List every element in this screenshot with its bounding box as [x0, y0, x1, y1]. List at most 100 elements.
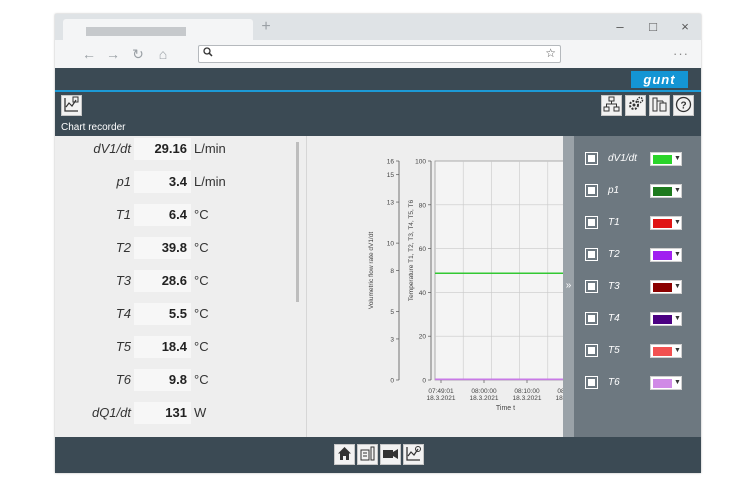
y2-tick-label: 40 [419, 290, 427, 297]
legend-label: dV1/dt [608, 153, 637, 164]
color-picker[interactable]: ▼ [650, 376, 682, 390]
dropdown-arrow-icon: ▼ [674, 283, 681, 290]
color-picker[interactable]: ▼ [650, 184, 682, 198]
legend-checkbox[interactable] [585, 280, 598, 293]
dropdown-arrow-icon: ▼ [674, 315, 681, 322]
y1-tick-label: 16 [387, 159, 395, 166]
legend-label: T1 [608, 217, 620, 228]
back-button[interactable]: ← [80, 45, 98, 63]
y2-tick-label: 100 [415, 159, 426, 166]
value-readout: 6.4 [134, 204, 191, 226]
value-readout: 18.4 [134, 336, 191, 358]
value-readout: 29.16 [134, 138, 191, 160]
svg-text:?: ? [680, 101, 686, 112]
y1-tick-label: 10 [387, 241, 395, 248]
dropdown-arrow-icon: ▼ [674, 155, 681, 162]
color-swatch [653, 379, 672, 388]
legend-item: T1 ▼ [574, 215, 701, 231]
color-picker[interactable]: ▼ [650, 312, 682, 326]
maximize-button[interactable]: □ [643, 19, 663, 35]
value-row: T1 6.4 °C [55, 204, 306, 226]
browser-nav-bar: ← → ↻ ⌂ ☆ ··· [55, 40, 701, 68]
color-swatch [653, 315, 672, 324]
x-tick-label: 08:10:00 [514, 388, 540, 395]
legend-item: p1 ▼ [574, 183, 701, 199]
browser-tab[interactable] [63, 19, 253, 40]
value-row: T5 18.4 °C [55, 336, 306, 358]
legend-checkbox[interactable] [585, 376, 598, 389]
address-bar[interactable]: ☆ [198, 45, 561, 63]
dropdown-arrow-icon: ▼ [674, 187, 681, 194]
legend-collapse-button[interactable]: » [563, 136, 574, 437]
value-row: T4 5.5 °C [55, 303, 306, 325]
gunt-logo: gunt [631, 71, 688, 88]
chart-area: 0 3 5 8 10 13 15 16 0 20 40 60 80 100 Volumetric flow … [307, 136, 585, 437]
color-picker[interactable]: ▼ [650, 248, 682, 262]
y1-axis-label: Volumetric flow rate dV1/dt [368, 232, 375, 310]
value-label: T6 [115, 372, 131, 387]
color-swatch [653, 251, 672, 260]
legend-checkbox[interactable] [585, 184, 598, 197]
bottom-nav-bar [55, 437, 701, 473]
value-readout: 5.5 [134, 303, 191, 325]
y1-tick-label: 8 [390, 268, 394, 275]
color-swatch [653, 283, 672, 292]
color-picker[interactable]: ▼ [650, 280, 682, 294]
legend-checkbox[interactable] [585, 312, 598, 325]
tab-title-placeholder [86, 27, 186, 36]
color-swatch [653, 347, 672, 356]
color-picker[interactable]: ▼ [650, 152, 682, 166]
legend-checkbox[interactable] [585, 248, 598, 261]
settings-gears-icon[interactable] [625, 95, 646, 116]
legend-item: T2 ▼ [574, 247, 701, 263]
legend-item: T5 ▼ [574, 343, 701, 359]
values-scrollbar[interactable] [296, 142, 299, 302]
value-row: dV1/dt 29.16 L/min [55, 138, 306, 160]
browser-menu-button[interactable]: ··· [671, 45, 691, 63]
value-unit: W [194, 405, 207, 420]
reload-button[interactable]: ↻ [129, 45, 147, 63]
value-row: p1 3.4 L/min [55, 171, 306, 193]
legend-checkbox[interactable] [585, 216, 598, 229]
value-readout: 28.6 [134, 270, 191, 292]
y1-tick-label: 3 [390, 336, 394, 343]
legend-checkbox[interactable] [585, 152, 598, 165]
x-tick-date: 18.3.2021 [427, 395, 456, 402]
bookmark-star-icon[interactable]: ☆ [545, 46, 556, 60]
value-unit: °C [194, 339, 209, 354]
chevron-right-icon: » [565, 280, 572, 291]
y1-tick-label: 0 [390, 378, 394, 385]
chart-recorder-icon[interactable] [61, 95, 82, 116]
value-readout: 9.8 [134, 369, 191, 391]
plot-frame [434, 160, 577, 381]
color-picker[interactable]: ▼ [650, 344, 682, 358]
new-tab-button[interactable]: + [258, 19, 274, 35]
camera-icon[interactable] [380, 444, 401, 465]
value-label: T1 [115, 207, 131, 222]
x-tick-date: 18.3.2021 [470, 395, 499, 402]
close-window-button[interactable]: × [675, 19, 695, 35]
process-schematic-icon[interactable] [649, 95, 670, 116]
dropdown-arrow-icon: ▼ [674, 379, 681, 386]
process-diagram-icon[interactable] [357, 444, 378, 465]
home-button[interactable]: ⌂ [154, 45, 172, 63]
forward-button[interactable]: → [104, 45, 122, 63]
chart-recorder-nav-icon[interactable] [403, 444, 424, 465]
section-title: Chart recorder [55, 120, 701, 136]
y2-tick-label: 80 [419, 202, 427, 209]
legend-checkbox[interactable] [585, 344, 598, 357]
home-icon[interactable] [334, 444, 355, 465]
color-picker[interactable]: ▼ [650, 216, 682, 230]
x-tick-label: 07:49:01 [428, 388, 454, 395]
y1-tick-label: 13 [387, 200, 395, 207]
minimize-button[interactable]: – [610, 19, 630, 35]
network-icon[interactable] [601, 95, 622, 116]
help-icon[interactable]: ? [673, 95, 694, 116]
y1-tick-label: 5 [390, 309, 394, 316]
legend-label: T5 [608, 345, 620, 356]
value-row: T2 39.8 °C [55, 237, 306, 259]
color-swatch [653, 187, 672, 196]
legend-item: T3 ▼ [574, 279, 701, 295]
value-unit: L/min [194, 174, 226, 189]
value-label: T3 [115, 273, 131, 288]
